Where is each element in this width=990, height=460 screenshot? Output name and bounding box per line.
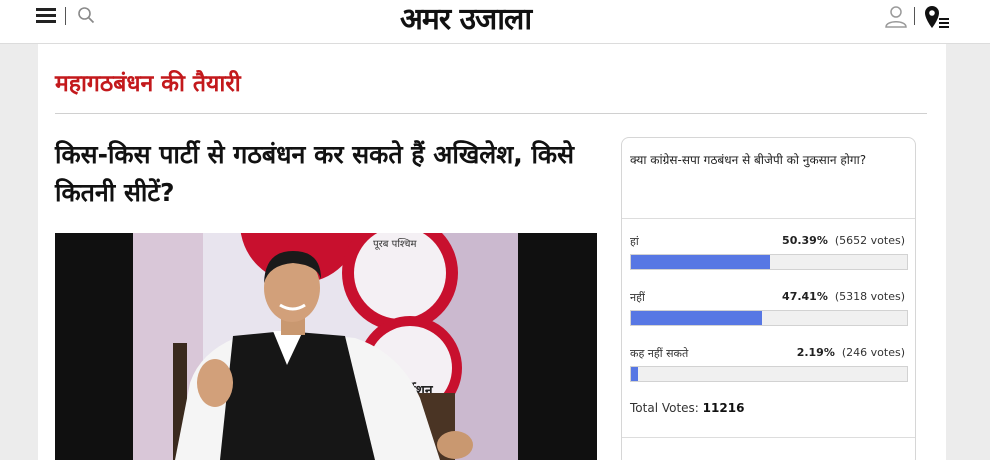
poll-divider [622, 437, 915, 438]
menu-icon[interactable] [36, 8, 56, 24]
poll-option-votes: (5318 votes) [834, 290, 905, 303]
divider [914, 7, 915, 25]
main-content: महागठबंधन की तैयारी किस-किस पार्टी से गठ… [38, 44, 946, 460]
section-divider [55, 113, 927, 114]
poll-total: Total Votes: 11216 [630, 401, 744, 415]
poll-option-label: हां [630, 235, 639, 248]
article-image[interactable]: पूरब पश्चिम र्जेशन [55, 233, 597, 460]
poll-total-value: 11216 [702, 401, 745, 415]
article-headline[interactable]: किस-किस पार्टी से गठबंधन कर सकते हैं अखि… [55, 136, 575, 212]
poll-bar-fill [631, 311, 762, 325]
poll-bar-fill [631, 367, 638, 381]
poll-option-result: 50.39% (5652 votes) [782, 234, 905, 247]
section-title[interactable]: महागठबंधन की तैयारी [55, 64, 755, 104]
site-header: अमर उजाला [0, 0, 990, 44]
location-icon[interactable] [923, 4, 951, 30]
poll-option-result: 2.19% (246 votes) [797, 346, 905, 359]
poll-option-percent: 2.19% [796, 346, 835, 359]
poll-option-percent: 50.39% [782, 234, 828, 247]
banner-text: पूरब पश्चिम [373, 238, 418, 250]
divider [65, 7, 66, 25]
poll-option-bar [630, 310, 908, 326]
poll-bar-fill [631, 255, 771, 269]
user-icon[interactable] [884, 4, 908, 28]
poll-option-label: कह नहीं सकते [630, 347, 689, 360]
site-logo[interactable]: अमर उजाला [400, 0, 590, 33]
photo-illustration: पूरब पश्चिम र्जेशन [55, 233, 597, 460]
poll-option-votes: (246 votes) [841, 346, 905, 359]
poll-total-label: Total Votes: [630, 401, 699, 415]
poll-divider [622, 218, 915, 219]
poll-option-bar [630, 366, 908, 382]
poll-option-label: नहीं [630, 291, 645, 304]
poll-option-bar [630, 254, 908, 270]
poll-option-votes: (5652 votes) [834, 234, 905, 247]
poll-widget: क्या कांग्रेस-सपा गठबंधन से बीजेपी को नु… [621, 137, 916, 460]
poll-question: क्या कांग्रेस-सपा गठबंधन से बीजेपी को नु… [630, 153, 867, 167]
poll-option-percent: 47.41% [782, 290, 828, 303]
search-icon[interactable] [77, 6, 95, 24]
poll-option-result: 47.41% (5318 votes) [782, 290, 905, 303]
